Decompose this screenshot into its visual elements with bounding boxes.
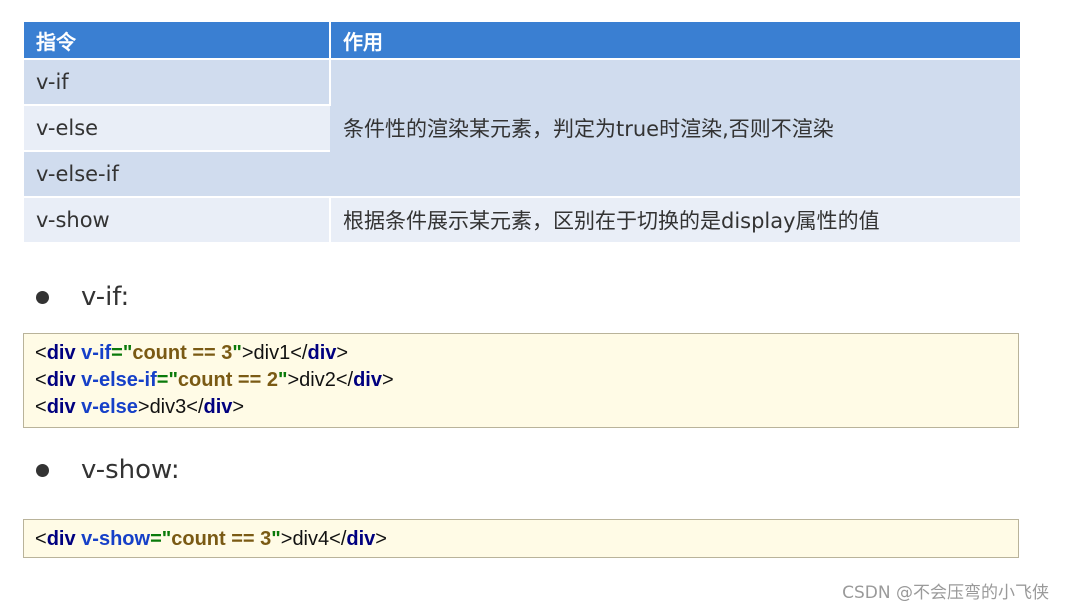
code-block-vshow: <div v-show="count == 3">div4</div> [23, 519, 1019, 558]
code-tag: div [353, 369, 382, 391]
header-directive: 指令 [24, 22, 331, 59]
code-tag: div [46, 369, 76, 391]
code-quote: " [161, 528, 172, 550]
code-punctuation: </ [329, 528, 347, 550]
code-text: div4 [292, 528, 330, 550]
code-line: <div v-else-if="count == 2">div2</div> [35, 367, 1007, 394]
code-punctuation: > [287, 369, 300, 391]
code-quote: " [168, 369, 178, 391]
code-punctuation: </ [335, 369, 354, 391]
directive-cell: v-else-if [24, 150, 330, 197]
code-tag: div [46, 528, 76, 550]
code-value: count == 3 [171, 528, 272, 550]
code-tag: div [346, 528, 376, 550]
code-tag: div [203, 396, 233, 418]
code-punctuation: > [381, 369, 394, 391]
effect-cell-show: 根据条件展示某元素，区别在于切换的是display属性的值 [330, 196, 1020, 242]
code-quote: " [122, 342, 133, 364]
table-row: v-if 条件性的渲染某元素，判定为true时渲染,否则不渲染 [24, 58, 1020, 197]
code-attribute: v-else-if [81, 369, 157, 391]
directive-cell: v-if [24, 58, 331, 105]
code-punctuation: < [35, 528, 47, 550]
code-text: div2 [299, 369, 336, 391]
code-punctuation: </ [186, 396, 204, 418]
code-line: <div v-show="count == 3">div4</div> [35, 526, 1007, 553]
bullet-label: v-show: [81, 455, 180, 485]
code-punctuation: < [35, 369, 47, 391]
code-equals: = [111, 342, 123, 364]
code-punctuation: > [280, 528, 293, 550]
code-punctuation: < [35, 342, 47, 364]
table-header-row: 指令 作用 [24, 22, 1020, 59]
header-effect: 作用 [330, 22, 1020, 59]
code-tag: div [46, 396, 76, 418]
code-attribute: v-show [81, 528, 151, 550]
code-line: <div v-if="count == 3">div1</div> [35, 340, 1007, 367]
code-attribute: v-if [81, 342, 112, 364]
effect-cell-conditional: 条件性的渲染某元素，判定为true时渲染,否则不渲染 [330, 58, 1020, 197]
code-block-vif: <div v-if="count == 3">div1</div> <div v-… [23, 333, 1019, 428]
code-attribute: v-else [81, 396, 138, 418]
code-punctuation: > [137, 396, 150, 418]
code-quote: " [277, 369, 288, 391]
code-text: div3 [149, 396, 187, 418]
bullet-dot-icon [36, 463, 49, 477]
code-punctuation: > [241, 342, 254, 364]
code-equals: = [150, 528, 162, 550]
bullet-vif: v-if: [36, 282, 129, 312]
code-line: <div v-else>div3</div> [35, 394, 1007, 421]
code-punctuation: > [336, 342, 349, 364]
code-text: div1 [253, 342, 291, 364]
code-punctuation: > [375, 528, 387, 550]
code-tag: div [307, 342, 337, 364]
code-equals: = [156, 369, 169, 391]
bullet-label: v-if: [81, 282, 130, 312]
table-row: v-show 根据条件展示某元素，区别在于切换的是display属性的值 [24, 196, 1020, 242]
directive-cell: v-show [24, 196, 331, 242]
directive-cell: v-else [24, 104, 330, 151]
code-value: count == 2 [177, 369, 278, 391]
code-punctuation: > [232, 396, 245, 418]
directive-table: 指令 作用 v-if 条件性的渲染某元素，判定为true时渲染,否则不渲染 v-… [24, 22, 1020, 242]
bullet-vshow: v-show: [36, 455, 180, 485]
code-tag: div [46, 342, 76, 364]
code-punctuation: < [35, 396, 47, 418]
code-punctuation: </ [290, 342, 308, 364]
code-quote: " [232, 342, 242, 364]
bullet-dot-icon [36, 290, 49, 304]
code-value: count == 3 [132, 342, 233, 364]
watermark: CSDN @不会压弯的小飞侠 [842, 583, 1049, 603]
code-quote: " [271, 528, 281, 550]
